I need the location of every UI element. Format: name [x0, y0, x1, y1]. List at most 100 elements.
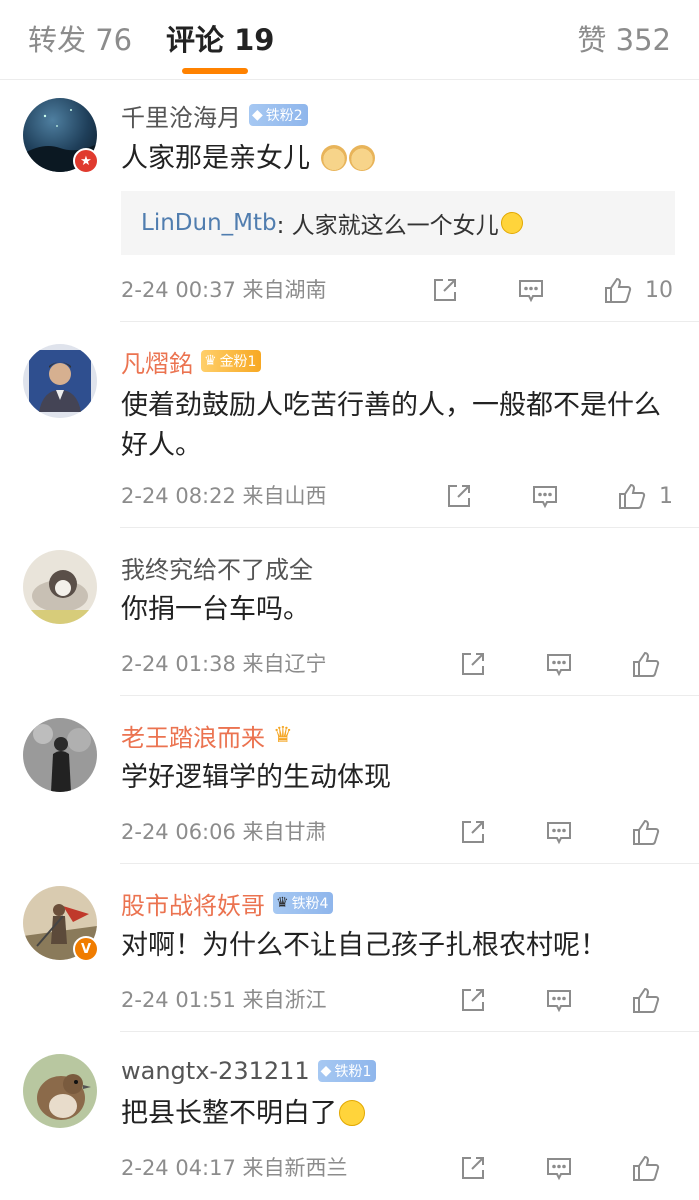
like-count: 10 [645, 277, 673, 303]
share-button[interactable] [459, 650, 487, 678]
tab-reposts[interactable]: 转发 76 [28, 20, 132, 60]
comment-actions [459, 983, 673, 1017]
comment-item: 凡熠銘 ♛ 金粉1 使着劲鼓励人吃苦行善的人，一般都不是什么好人。 2-24 08… [0, 322, 699, 528]
comment-text: 学好逻辑学的生动体现 [121, 762, 391, 793]
comment-text: 使着劲鼓励人吃苦行善的人，一般都不是什么好人。 [121, 390, 661, 461]
comment-location: 来自辽宁 [242, 652, 327, 676]
reply-button[interactable] [545, 1154, 573, 1182]
doge-emoji-icon [320, 145, 347, 171]
doge-emoji-icon [348, 145, 375, 171]
reply-button[interactable] [531, 482, 559, 510]
reply-button[interactable] [545, 650, 573, 678]
fan-badge-label: 铁粉4 [291, 896, 329, 912]
username-line: 千里沧海月 ◆ 铁粉2 [121, 98, 308, 132]
like-button[interactable] [631, 985, 673, 1015]
thumbs-up-icon [633, 651, 660, 677]
comment-meta: 2-24 01:38 来自辽宁 [121, 649, 327, 679]
username[interactable]: 凡熠銘 [121, 344, 193, 379]
like-button[interactable] [631, 1153, 673, 1183]
reply-username[interactable]: LinDun_Mtb [141, 210, 277, 236]
username[interactable]: 老王踏浪而来 [121, 718, 265, 753]
share-button[interactable] [431, 276, 459, 304]
verified-badge-icon: V [73, 936, 99, 962]
username[interactable]: 千里沧海月 [121, 98, 241, 133]
reply-comment-icon [547, 1158, 571, 1181]
share-icon [434, 279, 456, 301]
diamond-icon: ◆ [320, 1063, 332, 1079]
comment-actions [459, 1151, 673, 1185]
share-icon [462, 1157, 484, 1179]
fan-badge: ◆ 铁粉1 [317, 1060, 377, 1082]
share-button[interactable] [459, 986, 487, 1014]
reply-comment-icon [547, 822, 571, 845]
thumbs-up-icon [633, 1155, 660, 1181]
reply-comment-icon [519, 280, 543, 303]
fan-badge: ◆ 铁粉2 [249, 104, 308, 126]
reply-preview[interactable]: LinDun_Mtb: 人家就这么一个女儿 [121, 191, 675, 255]
comment-text: 把县长整不明白了 [121, 1094, 681, 1134]
comment-location: 来自湖南 [242, 278, 327, 302]
thumbs-up-icon [633, 819, 660, 845]
grin-emoji-icon [500, 212, 523, 234]
comment-tabs: 转发 76 评论 19 赞 352 [0, 0, 699, 80]
like-button[interactable]: 10 [603, 275, 673, 305]
comment-item: 老王踏浪而来 ♛ 学好逻辑学的生动体现 2-24 06:06 来自甘肃 [0, 696, 699, 864]
comment-location: 来自甘肃 [242, 820, 327, 844]
fan-badge-label: 铁粉1 [334, 1064, 372, 1080]
crown-icon: ♛ [276, 895, 289, 911]
reply-button[interactable] [545, 818, 573, 846]
avatar[interactable] [23, 344, 97, 418]
share-button[interactable] [459, 1154, 487, 1182]
share-icon [462, 653, 484, 675]
comment-actions: 1 [445, 479, 673, 513]
like-count: 1 [659, 483, 673, 509]
avatar[interactable] [23, 550, 97, 624]
avatar[interactable] [23, 718, 97, 792]
like-button[interactable] [631, 649, 673, 679]
like-button[interactable] [631, 817, 673, 847]
tab-comments[interactable]: 评论 19 [166, 20, 274, 60]
comment-time: 2-24 00:37 [121, 278, 236, 302]
username-line: wangtx-231211 ◆ 铁粉1 [121, 1054, 377, 1088]
reply-button[interactable] [517, 276, 545, 304]
comment-item: ★ 千里沧海月 ◆ 铁粉2 人家那是亲女儿 LinDun_Mtb: 人家就这么一个… [0, 80, 699, 322]
avatar[interactable] [23, 1054, 97, 1128]
comment-time: 2-24 04:17 [121, 1156, 236, 1180]
verified-badge-icon: ★ [73, 148, 99, 174]
share-button[interactable] [445, 482, 473, 510]
comment-meta: 2-24 01:51 来自浙江 [121, 985, 327, 1015]
comment-text: 你捐一台车吗。 [121, 594, 310, 625]
reply-button[interactable] [545, 986, 573, 1014]
comment-actions [459, 647, 673, 681]
comment-item: V 股市战将妖哥 ♛ 铁粉4 对啊！为什么不让自己孩子扎根农村呢！ 2-24 01… [0, 864, 699, 1032]
tab-likes[interactable]: 赞 352 [577, 20, 671, 60]
comment-actions [459, 815, 673, 849]
fan-badge-label: 铁粉2 [265, 108, 303, 124]
fan-badge-label: 金粉1 [219, 354, 257, 370]
comment-time: 2-24 06:06 [121, 820, 236, 844]
comment-location: 来自新西兰 [242, 1156, 348, 1180]
username[interactable]: 我终究给不了成全 [121, 550, 313, 585]
comment-location: 来自山西 [242, 484, 327, 508]
fan-badge: ♛ 金粉1 [201, 350, 262, 372]
thumbs-up-icon [619, 483, 646, 509]
share-button[interactable] [459, 818, 487, 846]
comment-time: 2-24 01:38 [121, 652, 236, 676]
thumbs-up-icon [605, 277, 632, 303]
thumbs-up-icon [633, 987, 660, 1013]
share-icon [462, 821, 484, 843]
diamond-icon: ◆ [252, 107, 263, 123]
grin-emoji-icon [339, 1100, 365, 1126]
crown-icon: ♛ [273, 722, 293, 748]
username[interactable]: 股市战将妖哥 [121, 886, 265, 921]
reply-comment-icon [547, 654, 571, 677]
username[interactable]: wangtx-231211 [121, 1057, 310, 1085]
comment-meta: 2-24 08:22 来自山西 [121, 481, 327, 511]
comment-meta: 2-24 06:06 来自甘肃 [121, 817, 327, 847]
comment-actions: 10 [431, 273, 673, 307]
comment-item: wangtx-231211 ◆ 铁粉1 把县长整不明白了 2-24 04:17 来… [0, 1032, 699, 1200]
comment-time: 2-24 01:51 [121, 988, 236, 1012]
like-button[interactable]: 1 [617, 481, 673, 511]
reply-comment-icon [533, 486, 557, 509]
username-line: 老王踏浪而来 ♛ [121, 718, 293, 752]
